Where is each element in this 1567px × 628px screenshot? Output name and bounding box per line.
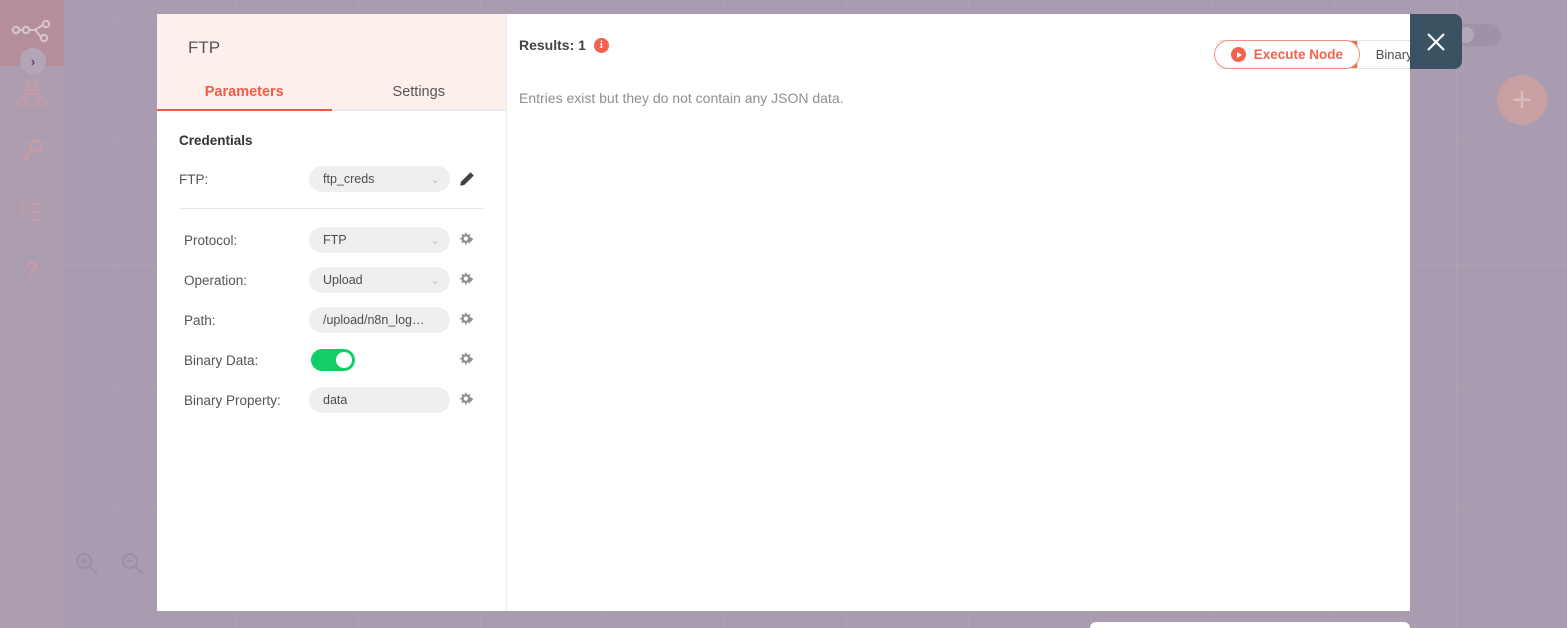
edit-credential-button[interactable] [450,171,484,187]
binary-property-value: data [323,393,348,407]
output-pane: Results: 1 i JSON Table Binary Execute N… [507,14,1432,611]
binary-data-options-button[interactable] [450,352,484,368]
divider [179,208,484,209]
zoom-in-icon [76,553,98,575]
page-title: FTP [188,38,221,57]
sidebar-item-executions[interactable] [0,194,64,228]
tab-settings[interactable]: Settings [332,84,507,109]
key-icon [21,139,43,163]
play-icon [1230,47,1246,62]
gear-options-icon [459,392,474,405]
close-icon [1427,32,1445,51]
credential-row: FTP: ftp_creds ⌄ [179,162,484,196]
binary-property-input[interactable]: data [309,387,450,413]
protocol-select[interactable]: FTP ⌄ [309,227,450,253]
parameter-row-binary-data: Binary Data: [184,343,484,377]
path-input[interactable]: /upload/n8n_log… [309,307,450,333]
parameter-rows: Protocol: FTP ⌄ Operation: Upload ⌄ Path… [179,223,484,417]
protocol-options-button[interactable] [450,232,484,248]
chevron-down-icon: ⌄ [430,274,440,287]
close-button[interactable] [1410,14,1462,69]
gear-options-icon [459,232,474,245]
results-count-label: Results: 1 [519,37,586,53]
question-mark-icon: ? [24,257,40,284]
output-empty-message: Entries exist but they do not contain an… [519,90,844,106]
add-node-button[interactable]: + [1497,75,1547,125]
info-icon[interactable]: i [593,37,609,53]
credentials-section-title: Credentials [179,133,253,148]
path-value: /upload/n8n_log… [323,313,425,327]
path-label: Path: [184,312,216,328]
credential-label: FTP: [179,171,209,187]
parameters-pane: FTP Parameters Settings Credentials FTP:… [157,14,507,611]
gear-options-icon [459,312,474,325]
sidebar-expand-button[interactable]: › [20,48,46,74]
zoom-out-button[interactable] [120,551,146,582]
parameter-tabs: Parameters Settings [157,84,506,111]
n8n-node-graph-logo-icon [11,20,51,43]
binary-property-options-button[interactable] [450,392,484,408]
operation-select[interactable]: Upload ⌄ [309,267,450,293]
chevron-down-icon: ⌄ [430,234,440,247]
zoom-controls [74,551,146,582]
gear-options-icon [459,352,474,365]
parameter-row-protocol: Protocol: FTP ⌄ [184,223,484,257]
tab-parameters[interactable]: Parameters [157,84,332,111]
protocol-value: FTP [323,233,347,247]
left-sidebar: › ? [0,0,64,628]
path-options-button[interactable] [450,312,484,328]
sidebar-item-workflows[interactable] [0,78,64,112]
binary-data-label: Binary Data: [184,352,259,368]
parameters-body: Credentials FTP: ftp_creds ⌄ Protocol: F… [157,111,506,423]
chevron-down-icon: ⌄ [430,173,440,186]
parameter-row-path: Path: /upload/n8n_log… [184,303,484,337]
sidebar-item-credentials[interactable] [0,134,64,168]
chevron-right-icon: › [30,53,36,69]
credential-select[interactable]: ftp_creds ⌄ [309,166,450,192]
checklist-icon [18,200,44,221]
plus-icon: + [1512,81,1532,119]
protocol-label: Protocol: [184,232,238,248]
zoom-in-button[interactable] [74,551,100,582]
operation-value: Upload [323,273,363,287]
parameter-row-operation: Operation: Upload ⌄ [184,263,484,297]
sitemap-icon [18,82,46,107]
zoom-out-icon [122,553,144,575]
binary-data-toggle[interactable] [311,349,355,371]
output-header: Results: 1 i JSON Table Binary Execute N… [507,14,1432,76]
parameter-row-binary-property: Binary Property: data [184,383,484,417]
execute-node-button[interactable]: Execute Node [1213,40,1360,69]
execute-node-label: Execute Node [1253,47,1343,62]
credential-value: ftp_creds [323,172,375,186]
node-detail-view: FTP Parameters Settings Credentials FTP:… [157,14,1432,611]
gear-options-icon [459,272,474,285]
binary-property-label: Binary Property: [184,392,281,408]
sidebar-item-help[interactable]: ? [0,254,64,288]
parameters-header: FTP Parameters Settings [157,14,506,111]
operation-options-button[interactable] [450,272,484,288]
bottom-floating-panel [1090,622,1410,628]
pencil-icon [460,172,474,186]
operation-label: Operation: [184,272,248,288]
